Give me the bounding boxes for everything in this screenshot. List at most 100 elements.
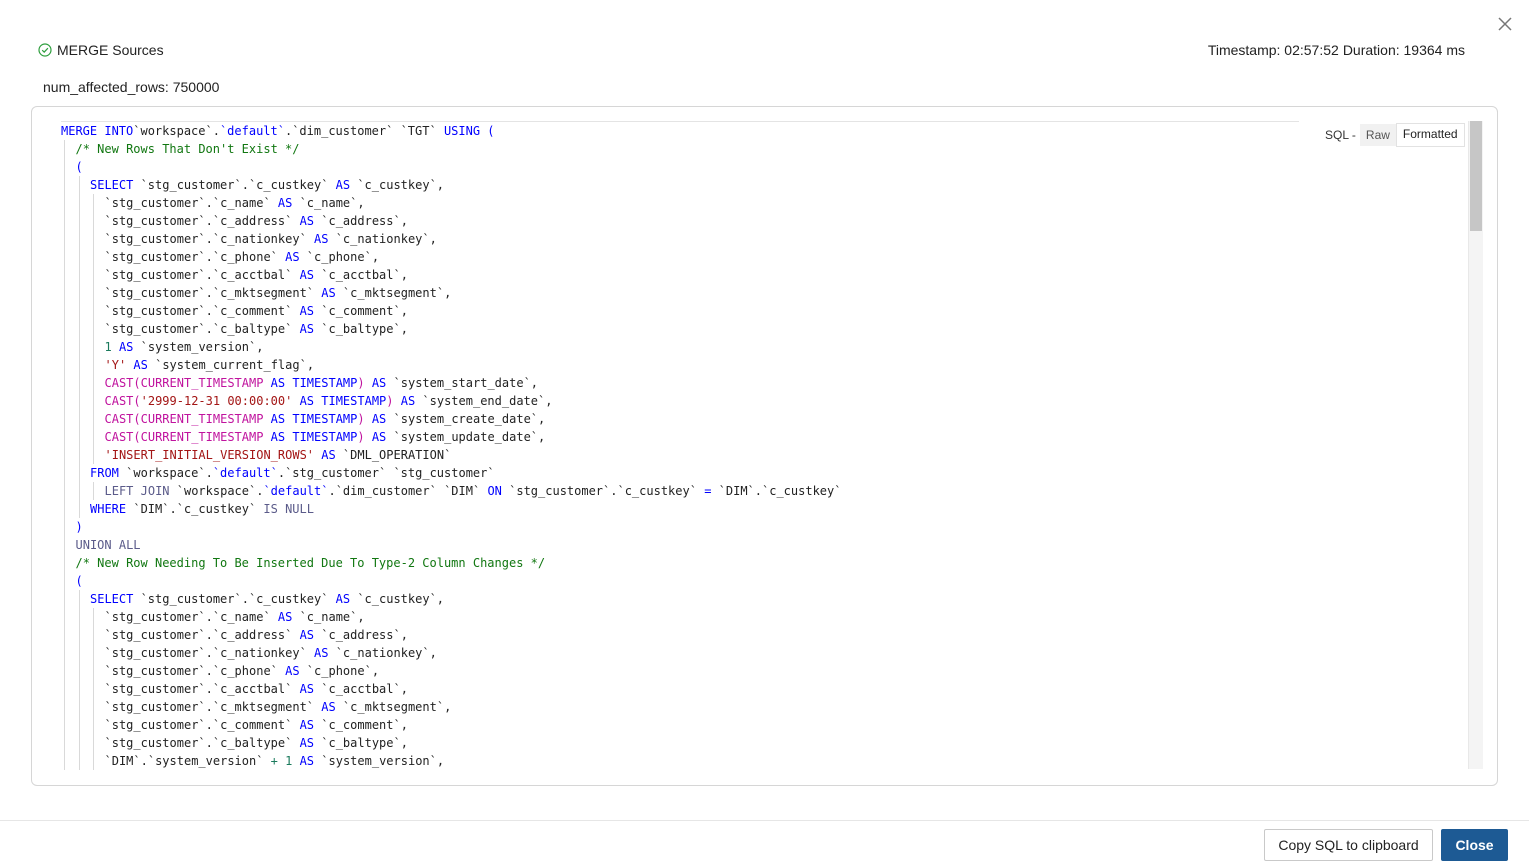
indent-guide xyxy=(64,158,65,176)
indent-guide xyxy=(78,716,80,734)
indent-guide xyxy=(78,284,80,302)
indent-guide xyxy=(64,140,65,158)
indent-guide xyxy=(64,356,65,374)
code-token: `c_nationkey`, xyxy=(328,646,437,660)
indent-guide xyxy=(78,302,80,320)
indent-guide xyxy=(64,194,65,212)
code-scrollbar[interactable] xyxy=(1468,121,1483,769)
close-button[interactable]: Close xyxy=(1441,829,1508,861)
code-token: AS xyxy=(335,178,351,192)
code-line: `stg_customer`.`c_acctbal` AS `c_acctbal… xyxy=(61,680,1299,698)
code-token: CAST( xyxy=(104,394,141,408)
indent-guide xyxy=(93,608,94,626)
code-token: AS xyxy=(299,214,315,228)
code-token: SELECT xyxy=(90,178,134,192)
indent-guide xyxy=(78,410,80,428)
code-token: 'INSERT_INITIAL_VERSION_ROWS' xyxy=(104,448,315,462)
indent-guide xyxy=(93,302,94,320)
code-token: `system_update_date`, xyxy=(386,430,546,444)
code-token: CAST(CURRENT_TIMESTAMP xyxy=(104,412,264,426)
code-line: `stg_customer`.`c_comment` AS `c_comment… xyxy=(61,302,1299,320)
code-token: AS TIMESTAMP xyxy=(263,376,358,390)
indent-guide xyxy=(64,518,65,536)
code-token: 1 xyxy=(104,340,112,354)
code-token: ) xyxy=(357,412,365,426)
code-token: `c_mktsegment`, xyxy=(335,286,452,300)
code-line: `stg_customer`.`c_baltype` AS `c_baltype… xyxy=(61,734,1299,752)
code-token: CAST(CURRENT_TIMESTAMP xyxy=(104,430,264,444)
indent-guide xyxy=(64,248,65,266)
indent-guide xyxy=(93,428,94,446)
indent-guide xyxy=(78,446,80,464)
sql-code-view[interactable]: MERGE INTO`workspace`.`default`.`dim_cus… xyxy=(61,121,1299,770)
raw-toggle[interactable]: Raw xyxy=(1359,124,1396,146)
code-token: AS xyxy=(285,250,300,264)
code-token: `stg_customer`.`c_phone` xyxy=(104,250,286,264)
code-line: `DIM`.`system_version` + 1 AS `system_ve… xyxy=(61,752,1299,770)
indent-guide xyxy=(93,356,94,374)
code-token: `stg_customer`.`c_phone` xyxy=(104,664,286,678)
code-token: `stg_customer`.`c_comment` xyxy=(104,718,300,732)
status-header: MERGE Sources xyxy=(38,42,164,58)
code-token: AS xyxy=(126,358,148,372)
indent-guide xyxy=(64,698,65,716)
code-token: `c_mktsegment`, xyxy=(335,700,452,714)
indent-guide xyxy=(78,752,80,770)
code-token: `system_end_date`, xyxy=(415,394,553,408)
code-line: CAST(CURRENT_TIMESTAMP AS TIMESTAMP) AS … xyxy=(61,410,1299,428)
duration: Duration: 19364 ms xyxy=(1342,42,1465,58)
indent-guide xyxy=(93,698,94,716)
code-line: SELECT `stg_customer`.`c_custkey` AS `c_… xyxy=(61,590,1299,608)
indent-guide xyxy=(78,680,80,698)
code-token: `c_comment`, xyxy=(314,718,408,732)
scrollbar-thumb[interactable] xyxy=(1470,121,1482,231)
code-token: `default` xyxy=(219,124,285,138)
indent-guide xyxy=(78,212,80,230)
code-token: AS xyxy=(292,754,315,768)
code-token: ( xyxy=(75,160,83,174)
affected-rows: num_affected_rows: 750000 xyxy=(43,79,220,95)
code-line: LEFT JOIN `workspace`.`default`.`dim_cus… xyxy=(61,482,1299,500)
code-token: 'Y' xyxy=(104,358,127,372)
code-token: `c_name`, xyxy=(292,196,365,210)
code-token: AS xyxy=(299,682,315,696)
code-token: UNION ALL xyxy=(75,538,141,552)
indent-guide xyxy=(64,176,65,194)
code-token: FROM xyxy=(90,466,119,480)
code-line: 'INSERT_INITIAL_VERSION_ROWS' AS `DML_OP… xyxy=(61,446,1299,464)
indent-guide xyxy=(64,590,65,608)
indent-guide xyxy=(93,248,94,266)
indent-guide xyxy=(64,752,65,770)
code-token: ) xyxy=(75,520,83,534)
indent-guide xyxy=(64,446,65,464)
code-token: `stg_customer`.`c_baltype` xyxy=(104,322,300,336)
code-line: `stg_customer`.`c_nationkey` AS `c_natio… xyxy=(61,230,1299,248)
code-line: `stg_customer`.`c_nationkey` AS `c_natio… xyxy=(61,644,1299,662)
code-token: AS xyxy=(285,664,300,678)
indent-guide xyxy=(64,734,65,752)
indent-guide xyxy=(78,176,80,194)
code-token: /* New Row Needing To Be Inserted Due To… xyxy=(75,556,546,570)
code-line: `stg_customer`.`c_mktsegment` AS `c_mkts… xyxy=(61,284,1299,302)
code-line: `stg_customer`.`c_phone` AS `c_phone`, xyxy=(61,662,1299,680)
code-token: `system_create_date`, xyxy=(386,412,546,426)
timestamp: Timestamp: 02:57:52 xyxy=(1207,42,1339,58)
indent-guide xyxy=(64,284,65,302)
indent-guide xyxy=(64,392,65,410)
code-token: `system_version`, xyxy=(314,754,445,768)
formatted-toggle[interactable]: Formatted xyxy=(1395,123,1465,147)
code-token: AS xyxy=(277,610,293,624)
code-token: ( xyxy=(75,574,83,588)
close-icon[interactable] xyxy=(1494,13,1516,35)
code-line: 'Y' AS `system_current_flag`, xyxy=(61,356,1299,374)
code-token: `DIM`.`c_custkey` xyxy=(126,502,264,516)
code-line: `stg_customer`.`c_name` AS `c_name`, xyxy=(61,608,1299,626)
indent-guide xyxy=(78,428,80,446)
code-line: /* New Row Needing To Be Inserted Due To… xyxy=(61,554,1299,572)
code-token: WHERE xyxy=(90,502,127,516)
code-token: AS xyxy=(335,592,351,606)
code-token: `stg_customer`.`c_nationkey` xyxy=(104,646,315,660)
copy-sql-button[interactable]: Copy SQL to clipboard xyxy=(1264,829,1433,861)
code-line: CAST(CURRENT_TIMESTAMP AS TIMESTAMP) AS … xyxy=(61,374,1299,392)
code-token: MERGE INTO xyxy=(61,124,134,138)
